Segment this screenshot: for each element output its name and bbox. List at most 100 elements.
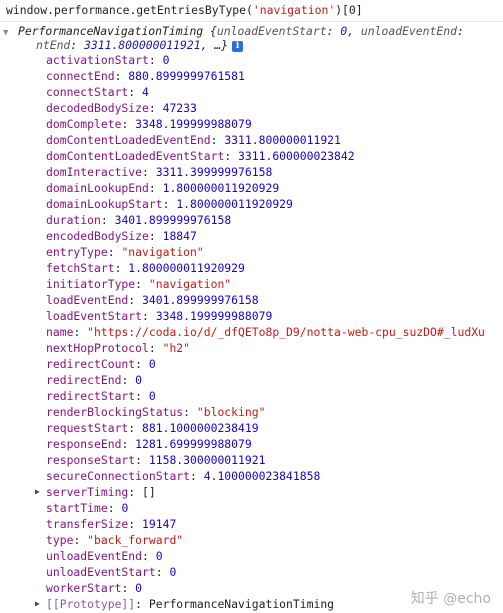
expand-arrow-icon[interactable]: ▼ bbox=[3, 28, 8, 39]
property-key: connectEnd bbox=[46, 69, 115, 83]
property-value: 3311.600000023842 bbox=[238, 149, 355, 163]
property-colon: : bbox=[114, 261, 129, 275]
property-colon: : bbox=[114, 69, 129, 83]
property-colon: : bbox=[224, 149, 239, 163]
property-value: 0 bbox=[135, 373, 143, 387]
property-row: domContentLoadedEventStart: 3311.6000000… bbox=[0, 148, 503, 164]
property-row: loadEventEnd: 3401.899999976158 bbox=[0, 292, 503, 308]
property-row: redirectCount: 0 bbox=[0, 356, 503, 372]
property-colon: : bbox=[142, 549, 156, 563]
property-row: redirectEnd: 0 bbox=[0, 372, 503, 388]
watermark: 知乎 @echo bbox=[410, 591, 491, 607]
property-value: 0 bbox=[155, 549, 163, 563]
property-key: domainLookupStart bbox=[46, 197, 163, 211]
result-summary[interactable]: ▼ PerformanceNavigationTiming {unloadEve… bbox=[0, 22, 503, 56]
property-value: 0 bbox=[148, 389, 156, 403]
property-colon: : bbox=[128, 85, 143, 99]
property-key: type bbox=[46, 533, 74, 547]
property-colon: : bbox=[135, 357, 149, 371]
property-row: domainLookupStart: 1.800000011920929 bbox=[0, 196, 503, 212]
property-value: 18847 bbox=[162, 229, 197, 243]
property-value: "https://coda.io/d/_dfQETo8p_D9/notta-we… bbox=[87, 325, 485, 339]
expand-arrow-icon[interactable]: ▶ bbox=[35, 596, 40, 612]
property-key: startTime bbox=[46, 501, 108, 515]
property-colon: : bbox=[128, 517, 143, 531]
property-colon: : bbox=[135, 597, 149, 611]
property-key: serverTiming bbox=[46, 485, 129, 499]
property-colon: : bbox=[135, 389, 149, 403]
expand-arrow-icon[interactable]: ▶ bbox=[35, 484, 40, 500]
property-row: unloadEventEnd: 0 bbox=[0, 548, 503, 564]
property-value: 1158.300000011921 bbox=[148, 453, 266, 467]
command-suffix: )[0] bbox=[335, 3, 363, 17]
property-key: encodedBodySize bbox=[46, 229, 149, 243]
property-colon: : bbox=[121, 581, 136, 595]
property-key: responseEnd bbox=[46, 437, 122, 451]
property-colon: : bbox=[142, 165, 156, 179]
property-value: "navigation" bbox=[148, 277, 232, 291]
property-colon: : bbox=[73, 533, 88, 547]
property-value: "h2" bbox=[162, 341, 191, 355]
property-value: PerformanceNavigationTiming bbox=[148, 597, 335, 611]
property-colon: : bbox=[142, 309, 156, 323]
property-colon: : bbox=[128, 485, 143, 499]
property-key: name bbox=[46, 325, 74, 339]
property-colon: : bbox=[73, 325, 88, 339]
property-row: domainLookupEnd: 1.800000011920929 bbox=[0, 180, 503, 196]
property-key: connectStart bbox=[46, 85, 129, 99]
property-value: 1281.699999988079 bbox=[135, 437, 252, 451]
property-key: workerStart bbox=[46, 581, 122, 595]
property-colon: : bbox=[121, 437, 136, 451]
property-value: 0 bbox=[121, 501, 129, 515]
property-value: 881.1000000238419 bbox=[142, 421, 259, 435]
property-row: fetchStart: 1.800000011920929 bbox=[0, 260, 503, 276]
property-row: responseEnd: 1281.699999988079 bbox=[0, 436, 503, 452]
property-row: domInteractive: 3311.399999976158 bbox=[0, 164, 503, 180]
property-key: domInteractive bbox=[46, 165, 143, 179]
property-value: 1.800000011920929 bbox=[176, 197, 293, 211]
property-key: activationStart bbox=[46, 53, 149, 67]
property-value: 3348.199999988079 bbox=[135, 117, 252, 131]
property-row: activationStart: 0 bbox=[0, 52, 503, 68]
property-row: secureConnectionStart: 4.100000023841858 bbox=[0, 468, 503, 484]
property-row: responseStart: 1158.300000011921 bbox=[0, 452, 503, 468]
property-value: 3311.800000011921 bbox=[224, 133, 341, 147]
property-key: domainLookupEnd bbox=[46, 181, 149, 195]
property-key: transferSize bbox=[46, 517, 129, 531]
property-key: redirectEnd bbox=[46, 373, 122, 387]
property-colon: : bbox=[148, 101, 163, 115]
property-value: 3401.899999976158 bbox=[114, 213, 232, 227]
property-colon: : bbox=[210, 133, 225, 147]
info-icon[interactable]: i bbox=[232, 41, 244, 52]
property-row[interactable]: ▶ serverTiming: [] bbox=[0, 484, 503, 500]
property-value: 0 bbox=[148, 357, 156, 371]
property-colon: : bbox=[135, 277, 149, 291]
property-row: loadEventStart: 3348.199999988079 bbox=[0, 308, 503, 324]
property-row: requestStart: 881.1000000238419 bbox=[0, 420, 503, 436]
property-value: 47233 bbox=[162, 101, 197, 115]
console-command-line[interactable]: window.performance.getEntriesByType('nav… bbox=[0, 0, 503, 22]
property-key: entryType bbox=[46, 245, 108, 259]
property-key: domContentLoadedEventStart bbox=[46, 149, 225, 163]
property-row: redirectStart: 0 bbox=[0, 388, 503, 404]
property-colon: : bbox=[128, 421, 143, 435]
command-prefix: window.performance.getEntriesByType( bbox=[6, 3, 253, 17]
property-row: name: "https://coda.io/d/_dfQETo8p_D9/no… bbox=[0, 324, 503, 340]
property-key: responseStart bbox=[46, 453, 136, 467]
command-argument: 'navigation' bbox=[252, 3, 336, 17]
property-value: "navigation" bbox=[121, 245, 204, 259]
property-colon: : bbox=[190, 469, 204, 483]
property-value: 880.8999999761581 bbox=[128, 69, 245, 83]
property-row: decodedBodySize: 47233 bbox=[0, 100, 503, 116]
property-key: [[Prototype]] bbox=[46, 597, 136, 611]
property-value: [] bbox=[142, 485, 156, 499]
property-row: duration: 3401.899999976158 bbox=[0, 212, 503, 228]
property-key: redirectCount bbox=[46, 357, 136, 371]
property-colon: : bbox=[148, 53, 163, 67]
property-row: initiatorType: "navigation" bbox=[0, 276, 503, 292]
property-colon: : bbox=[162, 197, 177, 211]
property-row: type: "back_forward" bbox=[0, 532, 503, 548]
property-colon: : bbox=[135, 453, 149, 467]
property-row: domContentLoadedEventEnd: 3311.800000011… bbox=[0, 132, 503, 148]
property-value: 1.800000011920929 bbox=[162, 181, 280, 195]
